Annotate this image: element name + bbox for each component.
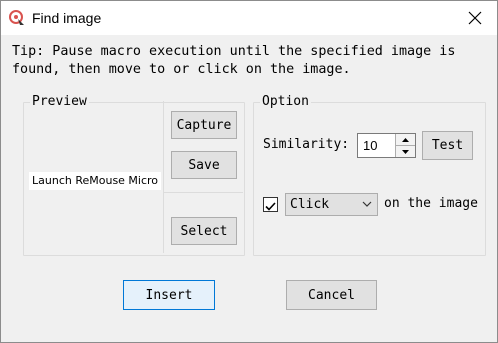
action-suffix-label: on the image [384,196,478,211]
action-select-value: Click [290,197,330,212]
preview-separator [164,192,243,193]
spin-down-icon [402,149,409,154]
window-title: Find image [32,10,102,26]
chevron-down-icon [362,201,372,207]
spin-buttons [395,134,415,157]
close-icon [468,11,482,25]
check-icon [265,202,276,211]
action-select[interactable]: Click [285,193,378,216]
title-bar: Find image [1,1,497,35]
insert-button[interactable]: Insert [123,280,215,310]
save-button[interactable]: Save [171,151,237,179]
capture-button[interactable]: Capture [171,111,237,139]
tip-text: Tip: Pause macro execution until the spe… [12,44,456,77]
app-icon [8,9,26,27]
close-button[interactable] [453,1,497,35]
spin-up-button[interactable] [396,134,415,146]
option-group-label: Option [260,94,311,109]
test-button[interactable]: Test [422,131,473,160]
option-group: Option [253,94,486,256]
cancel-button[interactable]: Cancel [286,280,377,310]
captured-image-preview: Launch ReMouse Micro [29,172,162,190]
click-checkbox[interactable] [263,197,278,212]
spin-down-button[interactable] [396,146,415,157]
find-image-dialog: Find image Tip: Pause macro execution un… [0,0,498,343]
similarity-value[interactable]: 10 [363,138,377,153]
preview-area: Launch ReMouse Micro [25,101,164,253]
select-button[interactable]: Select [171,217,237,245]
spin-up-icon [402,137,409,142]
similarity-stepper[interactable]: 10 [357,133,416,158]
similarity-label: Similarity: [263,137,350,152]
